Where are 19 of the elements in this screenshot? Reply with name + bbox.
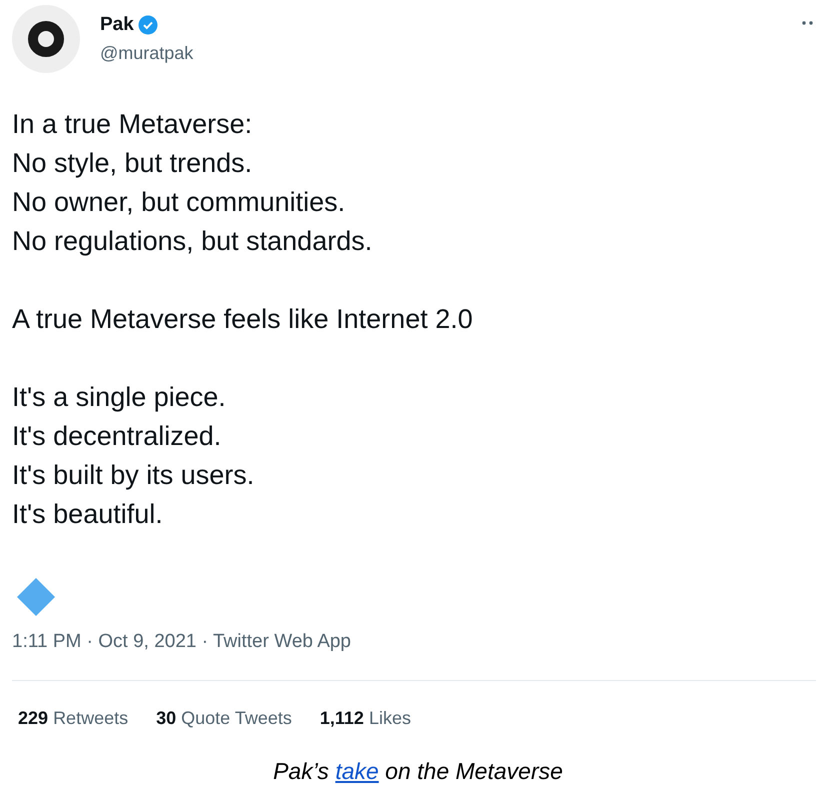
tweet-text-line: No style, but trends. bbox=[12, 147, 252, 180]
engagement-stat[interactable]: 229 Retweets bbox=[18, 707, 128, 729]
tweet-text-line: No regulations, but standards. bbox=[12, 225, 372, 258]
tweet-text-line: It's decentralized. bbox=[12, 420, 222, 453]
engagement-stat[interactable]: 1,112 Likes bbox=[320, 707, 411, 729]
engagement-stat[interactable]: 30 Quote Tweets bbox=[156, 707, 292, 729]
tweet-text-line: It's beautiful. bbox=[12, 498, 163, 531]
more-icon[interactable] bbox=[802, 21, 814, 25]
tweet-text-line: It's built by its users. bbox=[12, 459, 254, 492]
diamond-icon bbox=[17, 578, 55, 616]
tweet-timestamp: 1:11 PM · Oct 9, 2021 · Twitter Web App bbox=[12, 630, 352, 654]
author-name[interactable]: Pak bbox=[100, 14, 134, 36]
tweet-text-line: In a true Metaverse: bbox=[12, 108, 252, 141]
tweet-text-line: No owner, but communities. bbox=[12, 186, 346, 219]
caption: Pak’s take on the Metaverse bbox=[273, 757, 563, 785]
caption-link[interactable]: take bbox=[335, 758, 379, 784]
tweet-text-line: It's a single piece. bbox=[12, 381, 226, 414]
tweet-text-line: A true Metaverse feels like Internet 2.0 bbox=[12, 303, 473, 336]
author-handle[interactable]: @muratpak bbox=[100, 42, 194, 64]
